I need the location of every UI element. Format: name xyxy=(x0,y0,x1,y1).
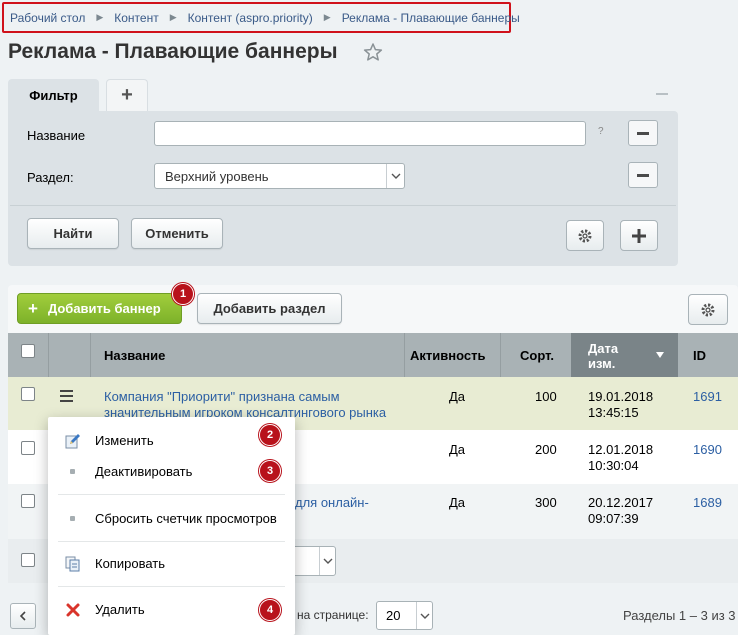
breadcrumb-item-desktop[interactable]: Рабочий стол xyxy=(10,11,85,25)
edit-icon xyxy=(65,434,80,449)
menu-item-edit[interactable]: Изменить xyxy=(48,425,295,455)
filter-settings-button[interactable] xyxy=(566,220,604,251)
row-sort: 200 xyxy=(535,442,557,457)
step-badge-1: 1 xyxy=(172,283,194,305)
name-label: Название xyxy=(27,128,86,143)
copy-icon xyxy=(65,556,80,572)
chevron-left-icon xyxy=(20,611,26,621)
row-context-menu: Изменить Деактивировать Сбросить счетчик… xyxy=(48,417,295,635)
section-label: Раздел: xyxy=(27,170,74,185)
menu-divider xyxy=(58,541,285,542)
breadcrumb: Рабочий стол ▶ Контент ▶ Контент (aspro.… xyxy=(2,2,520,33)
row-date: 12.01.2018 10:30:04 xyxy=(588,442,653,474)
chevron-right-icon: ▶ xyxy=(323,12,331,22)
column-header-date-line2: изм. xyxy=(588,356,616,371)
step-badge-2: 2 xyxy=(259,424,281,446)
row-id-link[interactable]: 1689 xyxy=(693,495,722,510)
column-header-date-line1: Дата xyxy=(588,341,619,356)
group-select-checkbox[interactable] xyxy=(21,553,35,567)
gear-icon xyxy=(578,229,592,242)
find-button[interactable]: Найти xyxy=(27,218,119,249)
add-banner-button[interactable]: + Добавить баннер xyxy=(17,293,182,324)
row-date-day: 12.01.2018 xyxy=(588,442,654,457)
row-date-time: 09:07:39 xyxy=(588,511,639,526)
menu-item-delete[interactable]: Удалить xyxy=(48,594,295,624)
add-section-button[interactable]: Добавить раздел xyxy=(197,293,342,324)
remove-name-field-button[interactable] xyxy=(628,120,658,146)
chevron-down-icon xyxy=(386,164,404,188)
dot-icon xyxy=(70,469,75,474)
help-icon[interactable]: ? xyxy=(598,126,604,137)
chevron-right-icon: ▶ xyxy=(169,12,177,22)
tab-filter[interactable]: Фильтр xyxy=(8,79,99,111)
row-id-link[interactable]: 1690 xyxy=(693,442,722,457)
chevron-down-icon xyxy=(416,602,432,629)
column-header-id[interactable]: ID xyxy=(693,333,706,377)
prev-page-button[interactable] xyxy=(10,603,36,629)
breadcrumb-item-content-priority[interactable]: Контент (aspro.priority) xyxy=(188,11,313,25)
section-select-value: Верхний уровень xyxy=(165,169,269,184)
name-input[interactable] xyxy=(154,121,586,146)
row-active: Да xyxy=(449,442,466,457)
menu-item-label: Деактивировать xyxy=(95,463,193,479)
row-id-link[interactable]: 1691 xyxy=(693,389,722,404)
row-name-line1: Компания "Приорити" признана самым xyxy=(104,389,340,404)
list-settings-button[interactable] xyxy=(688,294,728,325)
column-header-active[interactable]: Активность xyxy=(410,333,485,377)
section-select[interactable]: Верхний уровень xyxy=(154,163,405,189)
row-active: Да xyxy=(449,495,466,510)
menu-item-label: Изменить xyxy=(95,432,154,448)
row-sort: 100 xyxy=(535,389,557,404)
plus-icon: + xyxy=(28,298,38,318)
row-date: 20.12.2017 09:07:39 xyxy=(588,495,653,527)
row-date-day: 20.12.2017 xyxy=(588,495,654,510)
row-date-time: 10:30:04 xyxy=(588,458,639,473)
menu-item-label: Удалить xyxy=(95,601,145,617)
breadcrumb-item-current[interactable]: Реклама - Плавающие баннеры xyxy=(342,11,520,25)
row-checkbox[interactable] xyxy=(21,441,35,455)
plus-icon xyxy=(632,228,646,243)
step-badge-4: 4 xyxy=(259,599,281,621)
breadcrumb-item-content[interactable]: Контент xyxy=(114,11,158,25)
chevron-down-icon xyxy=(319,547,335,575)
menu-divider xyxy=(58,494,285,495)
pagination-summary: Разделы 1 – 3 из 3 xyxy=(623,608,736,623)
star-icon[interactable] xyxy=(363,42,383,62)
per-page-select[interactable]: 20 xyxy=(376,601,433,630)
column-header-name[interactable]: Название xyxy=(104,333,165,377)
page-title: Реклама - Плавающие баннеры xyxy=(8,40,338,63)
add-filter-tab-button[interactable]: + xyxy=(106,79,148,111)
menu-item-reset-counter[interactable]: Сбросить счетчик просмотров xyxy=(48,503,295,533)
row-checkbox[interactable] xyxy=(21,387,35,401)
row-date-day: 19.01.2018 xyxy=(588,389,654,404)
remove-section-field-button[interactable] xyxy=(628,162,658,188)
row-name-link[interactable]: для онлайн- xyxy=(295,495,369,510)
menu-item-label: Копировать xyxy=(95,555,165,571)
sort-desc-icon xyxy=(656,352,664,358)
menu-divider xyxy=(58,586,285,587)
cancel-button[interactable]: Отменить xyxy=(131,218,223,249)
add-filter-field-button[interactable] xyxy=(620,220,658,251)
row-menu-icon[interactable] xyxy=(60,390,73,402)
row-active: Да xyxy=(449,389,466,404)
row-checkbox[interactable] xyxy=(21,494,35,508)
row-date: 19.01.2018 13:45:15 xyxy=(588,389,653,421)
row-sort: 300 xyxy=(535,495,557,510)
chevron-right-icon: ▶ xyxy=(96,12,104,22)
divider xyxy=(10,205,676,206)
select-all-checkbox[interactable] xyxy=(21,344,35,358)
column-header-sort[interactable]: Сорт. xyxy=(520,333,554,377)
row-date-time: 13:45:15 xyxy=(588,405,639,420)
step-badge-3: 3 xyxy=(259,460,281,482)
add-banner-label: Добавить баннер xyxy=(47,301,161,316)
collapse-filter-icon[interactable] xyxy=(656,93,668,95)
per-page-value: 20 xyxy=(386,608,401,623)
per-page-label: на странице: xyxy=(297,608,369,622)
dot-icon xyxy=(70,516,75,521)
gear-icon xyxy=(701,303,715,316)
menu-item-deactivate[interactable]: Деактивировать xyxy=(48,456,295,486)
menu-item-label: Сбросить счетчик просмотров xyxy=(95,510,277,526)
menu-item-copy[interactable]: Копировать xyxy=(48,548,295,578)
delete-icon xyxy=(66,603,80,617)
